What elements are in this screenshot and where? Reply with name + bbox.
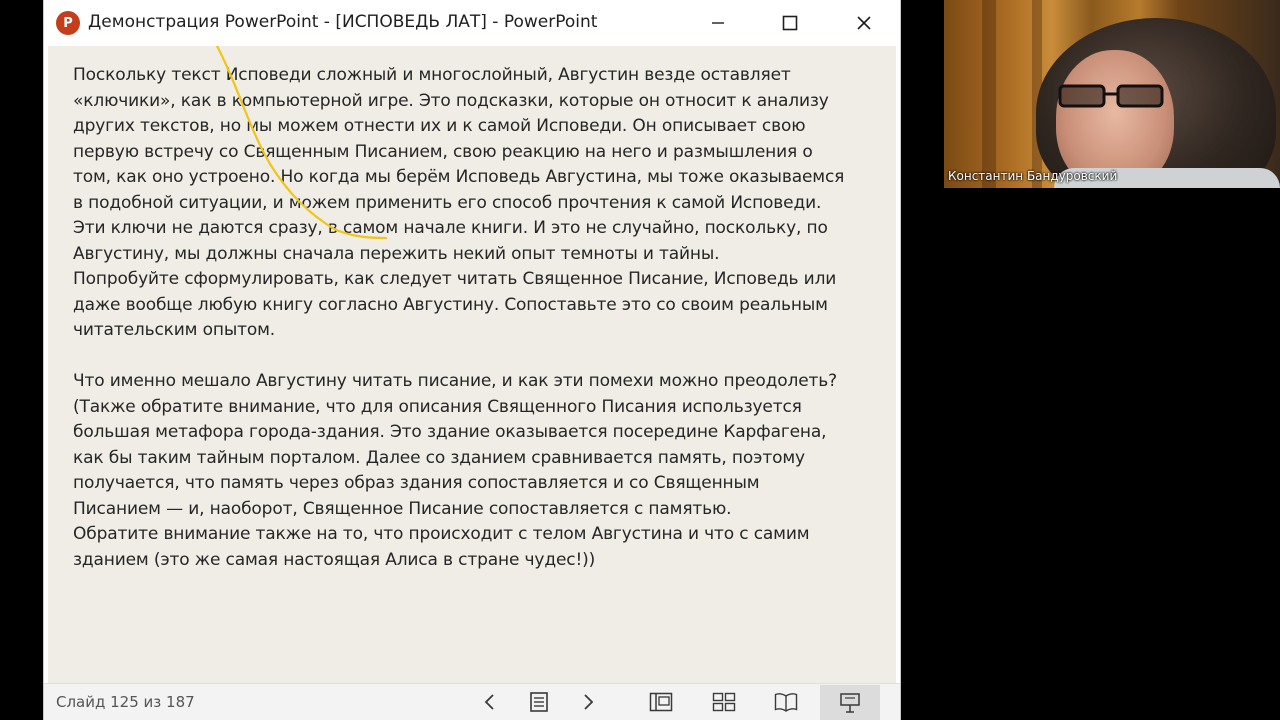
normal-view-button[interactable] [641,686,681,718]
screen: P Демонстрация PowerPoint - [ИСПОВЕДЬ ЛА… [0,0,1280,720]
status-bar: Слайд 125 из 187 [44,683,900,720]
notes-button[interactable] [519,686,559,718]
window-title: Демонстрация PowerPoint - [ИСПОВЕДЬ ЛАТ]… [88,12,598,32]
slide-sorter-icon [712,692,736,712]
slide-show-button[interactable] [820,685,880,720]
participant-name-label: Константин Бандуровский [948,169,1118,183]
next-slide-button[interactable] [568,686,608,718]
chevron-right-icon [584,694,594,710]
title-bar[interactable]: P Демонстрация PowerPoint - [ИСПОВЕДЬ ЛА… [44,0,900,46]
presenter-screen-icon [840,692,860,713]
powerpoint-app-icon: P [56,11,83,35]
reading-view-button[interactable] [766,686,806,718]
glasses-icon [1058,84,1164,108]
maximize-icon [782,15,798,31]
slide-counter: Слайд 125 из 187 [56,693,195,711]
slide-body-text: Поскольку текст Исповеди сложный и много… [73,65,845,570]
close-icon [857,16,871,30]
minimize-icon [712,22,724,24]
participant-video-tile[interactable]: Константин Бандуровский [944,0,1280,188]
reading-view-icon [774,693,798,712]
minimize-button[interactable] [688,0,748,46]
curtain-fold-1 [982,0,996,188]
slide-sorter-button[interactable] [704,686,744,718]
slide-canvas[interactable]: Поскольку текст Исповеди сложный и много… [48,46,896,683]
notes-icon [530,692,548,712]
normal-view-icon [649,692,673,712]
powerpoint-presenter-window: P Демонстрация PowerPoint - [ИСПОВЕДЬ ЛА… [43,0,901,720]
close-button[interactable] [834,0,894,46]
chevron-left-icon [484,694,494,710]
previous-slide-button[interactable] [470,686,510,718]
maximize-button[interactable] [760,0,820,46]
